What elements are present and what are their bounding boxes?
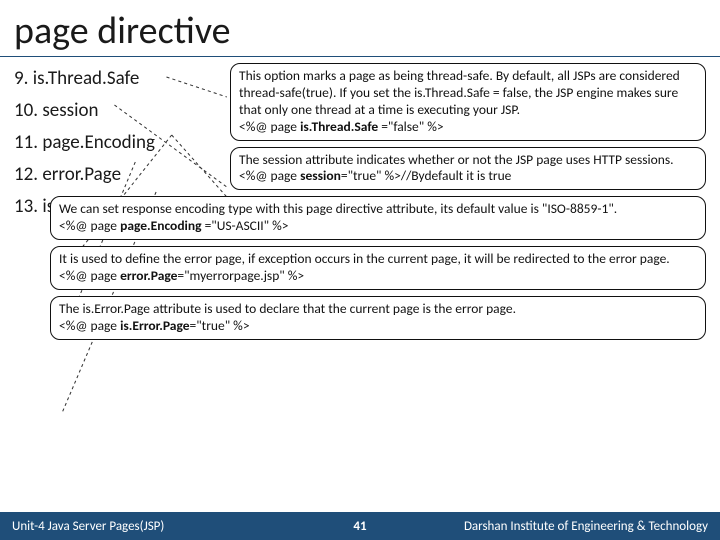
code-post: ="myerrorpage.jsp" %> bbox=[177, 267, 304, 284]
callout-text: The is.Error.Page attribute is used to d… bbox=[59, 300, 516, 317]
callout-threadsafe: This option marks a page as being thread… bbox=[230, 63, 706, 141]
code-post: ="true" %> bbox=[190, 317, 250, 334]
slide: page directive 9. is.Thread.Safe 10. ses… bbox=[0, 0, 720, 540]
code-post: ="true" %>//Bydefault it is true bbox=[341, 167, 512, 184]
footer-institute: Darshan Institute of Engineering & Techn… bbox=[390, 519, 720, 534]
content-area: 9. is.Thread.Safe 10. session 11. page.E… bbox=[0, 57, 720, 497]
list-item: 9. is.Thread.Safe bbox=[14, 67, 224, 90]
code-bold: is.Error.Page bbox=[120, 317, 189, 334]
list-item: 12. error.Page bbox=[14, 163, 224, 186]
code-pre: <%@ page bbox=[59, 217, 120, 234]
callout-text: The session attribute indicates whether … bbox=[239, 151, 674, 168]
footer-page-number: 41 bbox=[330, 519, 390, 534]
list-item: 11. page.Encoding bbox=[14, 131, 224, 154]
page-title: page directive bbox=[0, 0, 720, 57]
code-pre: <%@ page bbox=[59, 317, 120, 334]
callout-errorpage: It is used to define the error page, if … bbox=[50, 246, 706, 290]
footer-unit: Unit-4 Java Server Pages(JSP) bbox=[0, 519, 330, 534]
callout-column: This option marks a page as being thread… bbox=[230, 63, 706, 346]
code-pre: <%@ page bbox=[239, 118, 300, 135]
callout-session: The session attribute indicates whether … bbox=[230, 147, 706, 191]
callout-text: This option marks a page as being thread… bbox=[239, 67, 680, 118]
list-item: 10. session bbox=[14, 99, 224, 122]
code-bold: is.Thread.Safe bbox=[300, 118, 378, 135]
code-pre: <%@ page bbox=[239, 167, 300, 184]
callout-encoding: We can set response encoding type with t… bbox=[50, 196, 706, 240]
footer-bar: Unit-4 Java Server Pages(JSP) 41 Darshan… bbox=[0, 512, 720, 540]
code-pre: <%@ page bbox=[59, 267, 120, 284]
code-bold: session bbox=[300, 167, 341, 184]
code-post: ="false" %> bbox=[378, 118, 443, 135]
code-bold: page.Encoding bbox=[120, 217, 201, 234]
callout-text: It is used to define the error page, if … bbox=[59, 250, 670, 267]
code-bold: error.Page bbox=[120, 267, 177, 284]
code-post: ="US-ASCII" %> bbox=[202, 217, 289, 234]
callout-iserrorpage: The is.Error.Page attribute is used to d… bbox=[50, 296, 706, 340]
callout-text: We can set response encoding type with t… bbox=[59, 200, 617, 217]
